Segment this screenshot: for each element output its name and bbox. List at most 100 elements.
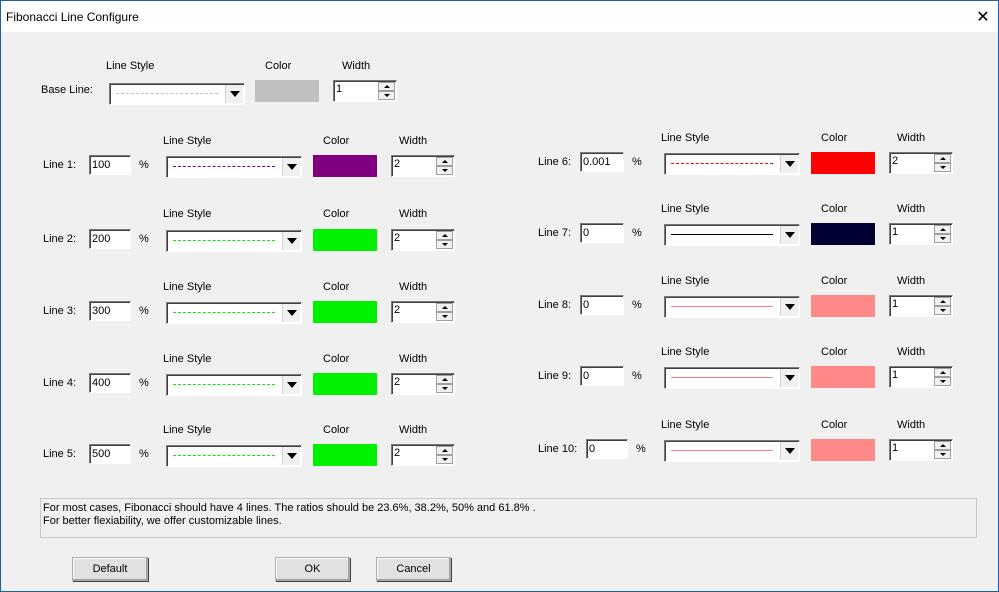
chevron-down-icon[interactable] <box>282 376 300 394</box>
spin-down-icon[interactable] <box>934 234 951 243</box>
line-style-preview <box>671 377 773 378</box>
line-1-width-spinner[interactable]: 2 <box>391 155 455 177</box>
line-8-ratio-input[interactable]: 0 <box>580 295 624 315</box>
width-value[interactable]: 2 <box>892 155 898 167</box>
spin-up-icon[interactable] <box>934 368 951 377</box>
line-5-style-dropdown[interactable] <box>166 445 302 467</box>
line-4-color-swatch[interactable] <box>313 373 377 395</box>
line-3-ratio-input[interactable]: 300 <box>89 301 131 321</box>
line-7-width-spinner[interactable]: 1 <box>889 223 953 245</box>
line-3-style-dropdown[interactable] <box>166 302 302 324</box>
line-8-width-spinner[interactable]: 1 <box>889 295 953 317</box>
line-1-style-dropdown[interactable] <box>166 156 302 178</box>
base-line-style-dropdown[interactable] <box>109 83 245 105</box>
spin-down-icon[interactable] <box>934 377 951 386</box>
spin-down-icon[interactable] <box>436 312 453 321</box>
base-color-swatch[interactable] <box>255 80 319 102</box>
cancel-button[interactable]: Cancel <box>376 557 451 581</box>
spin-down-icon[interactable] <box>934 163 951 172</box>
line-9-width-spinner[interactable]: 1 <box>889 366 953 388</box>
spin-up-icon[interactable] <box>934 441 951 450</box>
chevron-down-icon[interactable] <box>780 442 798 460</box>
spin-down-icon[interactable] <box>436 384 453 393</box>
line-4-width-spinner[interactable]: 2 <box>391 373 455 395</box>
line-10-color-swatch[interactable] <box>811 439 875 461</box>
line-2-ratio-input[interactable]: 200 <box>89 229 131 249</box>
spin-down-icon[interactable] <box>934 306 951 315</box>
line-10-ratio-input[interactable]: 0 <box>586 439 628 459</box>
spin-up-icon[interactable] <box>436 157 453 166</box>
width-value[interactable]: 1 <box>892 298 898 310</box>
chevron-down-icon[interactable] <box>282 232 300 250</box>
line-style-preview <box>671 234 773 235</box>
width-value[interactable]: 1 <box>336 83 342 95</box>
line-4-style-header: Line Style <box>163 353 212 365</box>
line-2-width-spinner[interactable]: 2 <box>391 229 455 251</box>
chevron-down-icon[interactable] <box>282 158 300 176</box>
width-value[interactable]: 1 <box>892 369 898 381</box>
line-4-style-dropdown[interactable] <box>166 374 302 396</box>
line-6-style-dropdown[interactable] <box>664 153 800 175</box>
spin-down-icon[interactable] <box>436 240 453 249</box>
line-9-style-dropdown[interactable] <box>664 367 800 389</box>
default-button[interactable]: Default <box>72 557 148 581</box>
spin-up-icon[interactable] <box>934 225 951 234</box>
line-4-ratio-input[interactable]: 400 <box>89 373 131 393</box>
spin-up-icon[interactable] <box>436 446 453 455</box>
width-value[interactable]: 2 <box>394 158 400 170</box>
spin-down-icon[interactable] <box>436 166 453 175</box>
line-style-preview <box>671 306 773 307</box>
line-10-style-dropdown[interactable] <box>664 440 800 462</box>
width-value[interactable]: 2 <box>394 376 400 388</box>
line-6-color-swatch[interactable] <box>811 152 875 174</box>
chevron-down-icon[interactable] <box>780 155 798 173</box>
line-5-color-swatch[interactable] <box>313 444 377 466</box>
line-1-ratio-input[interactable]: 100 <box>89 155 131 175</box>
line-9-color-swatch[interactable] <box>811 366 875 388</box>
width-value[interactable]: 1 <box>892 442 898 454</box>
line-3-width-spinner[interactable]: 2 <box>391 301 455 323</box>
line-5-width-spinner[interactable]: 2 <box>391 444 455 466</box>
line-6-ratio-input[interactable]: 0.001 <box>580 152 624 172</box>
spin-up-icon[interactable] <box>436 303 453 312</box>
spin-up-icon[interactable] <box>934 297 951 306</box>
spin-down-icon[interactable] <box>934 450 951 459</box>
close-icon[interactable]: ✕ <box>968 1 998 32</box>
line-3-percent-sign: % <box>139 305 149 317</box>
line-6-style-header: Line Style <box>661 132 710 144</box>
spin-up-icon[interactable] <box>378 82 395 91</box>
line-6-width-spinner[interactable]: 2 <box>889 152 953 174</box>
spin-down-icon[interactable] <box>378 91 395 100</box>
width-value[interactable]: 1 <box>892 226 898 238</box>
line-10-width-spinner[interactable]: 1 <box>889 439 953 461</box>
chevron-down-icon[interactable] <box>282 304 300 322</box>
spin-up-icon[interactable] <box>934 154 951 163</box>
chevron-down-icon[interactable] <box>780 369 798 387</box>
ok-button[interactable]: OK <box>275 557 350 581</box>
chevron-down-icon[interactable] <box>225 85 243 103</box>
line-2-color-swatch[interactable] <box>313 229 377 251</box>
line-7-color-swatch[interactable] <box>811 223 875 245</box>
line-3-color-swatch[interactable] <box>313 301 377 323</box>
base-width-spinner[interactable]: 1 <box>333 80 397 102</box>
line-7-style-dropdown[interactable] <box>664 224 800 246</box>
width-value[interactable]: 2 <box>394 447 400 459</box>
line-2-style-dropdown[interactable] <box>166 230 302 252</box>
chevron-down-icon[interactable] <box>780 226 798 244</box>
chevron-down-icon[interactable] <box>282 447 300 465</box>
width-value[interactable]: 2 <box>394 304 400 316</box>
line-3-label: Line 3: <box>43 305 77 317</box>
line-1-color-swatch[interactable] <box>313 155 377 177</box>
chevron-down-icon[interactable] <box>780 298 798 316</box>
line-8-color-swatch[interactable] <box>811 295 875 317</box>
info-line-1: For most cases, Fibonacci should have 4 … <box>43 502 536 514</box>
spin-down-icon[interactable] <box>436 455 453 464</box>
spin-up-icon[interactable] <box>436 231 453 240</box>
spin-up-icon[interactable] <box>436 375 453 384</box>
line-9-ratio-input[interactable]: 0 <box>580 366 624 386</box>
width-value[interactable]: 2 <box>394 232 400 244</box>
line-7-ratio-input[interactable]: 0 <box>580 223 624 243</box>
line-5-ratio-input[interactable]: 500 <box>89 444 131 464</box>
line-5-percent-sign: % <box>139 448 149 460</box>
line-8-style-dropdown[interactable] <box>664 296 800 318</box>
